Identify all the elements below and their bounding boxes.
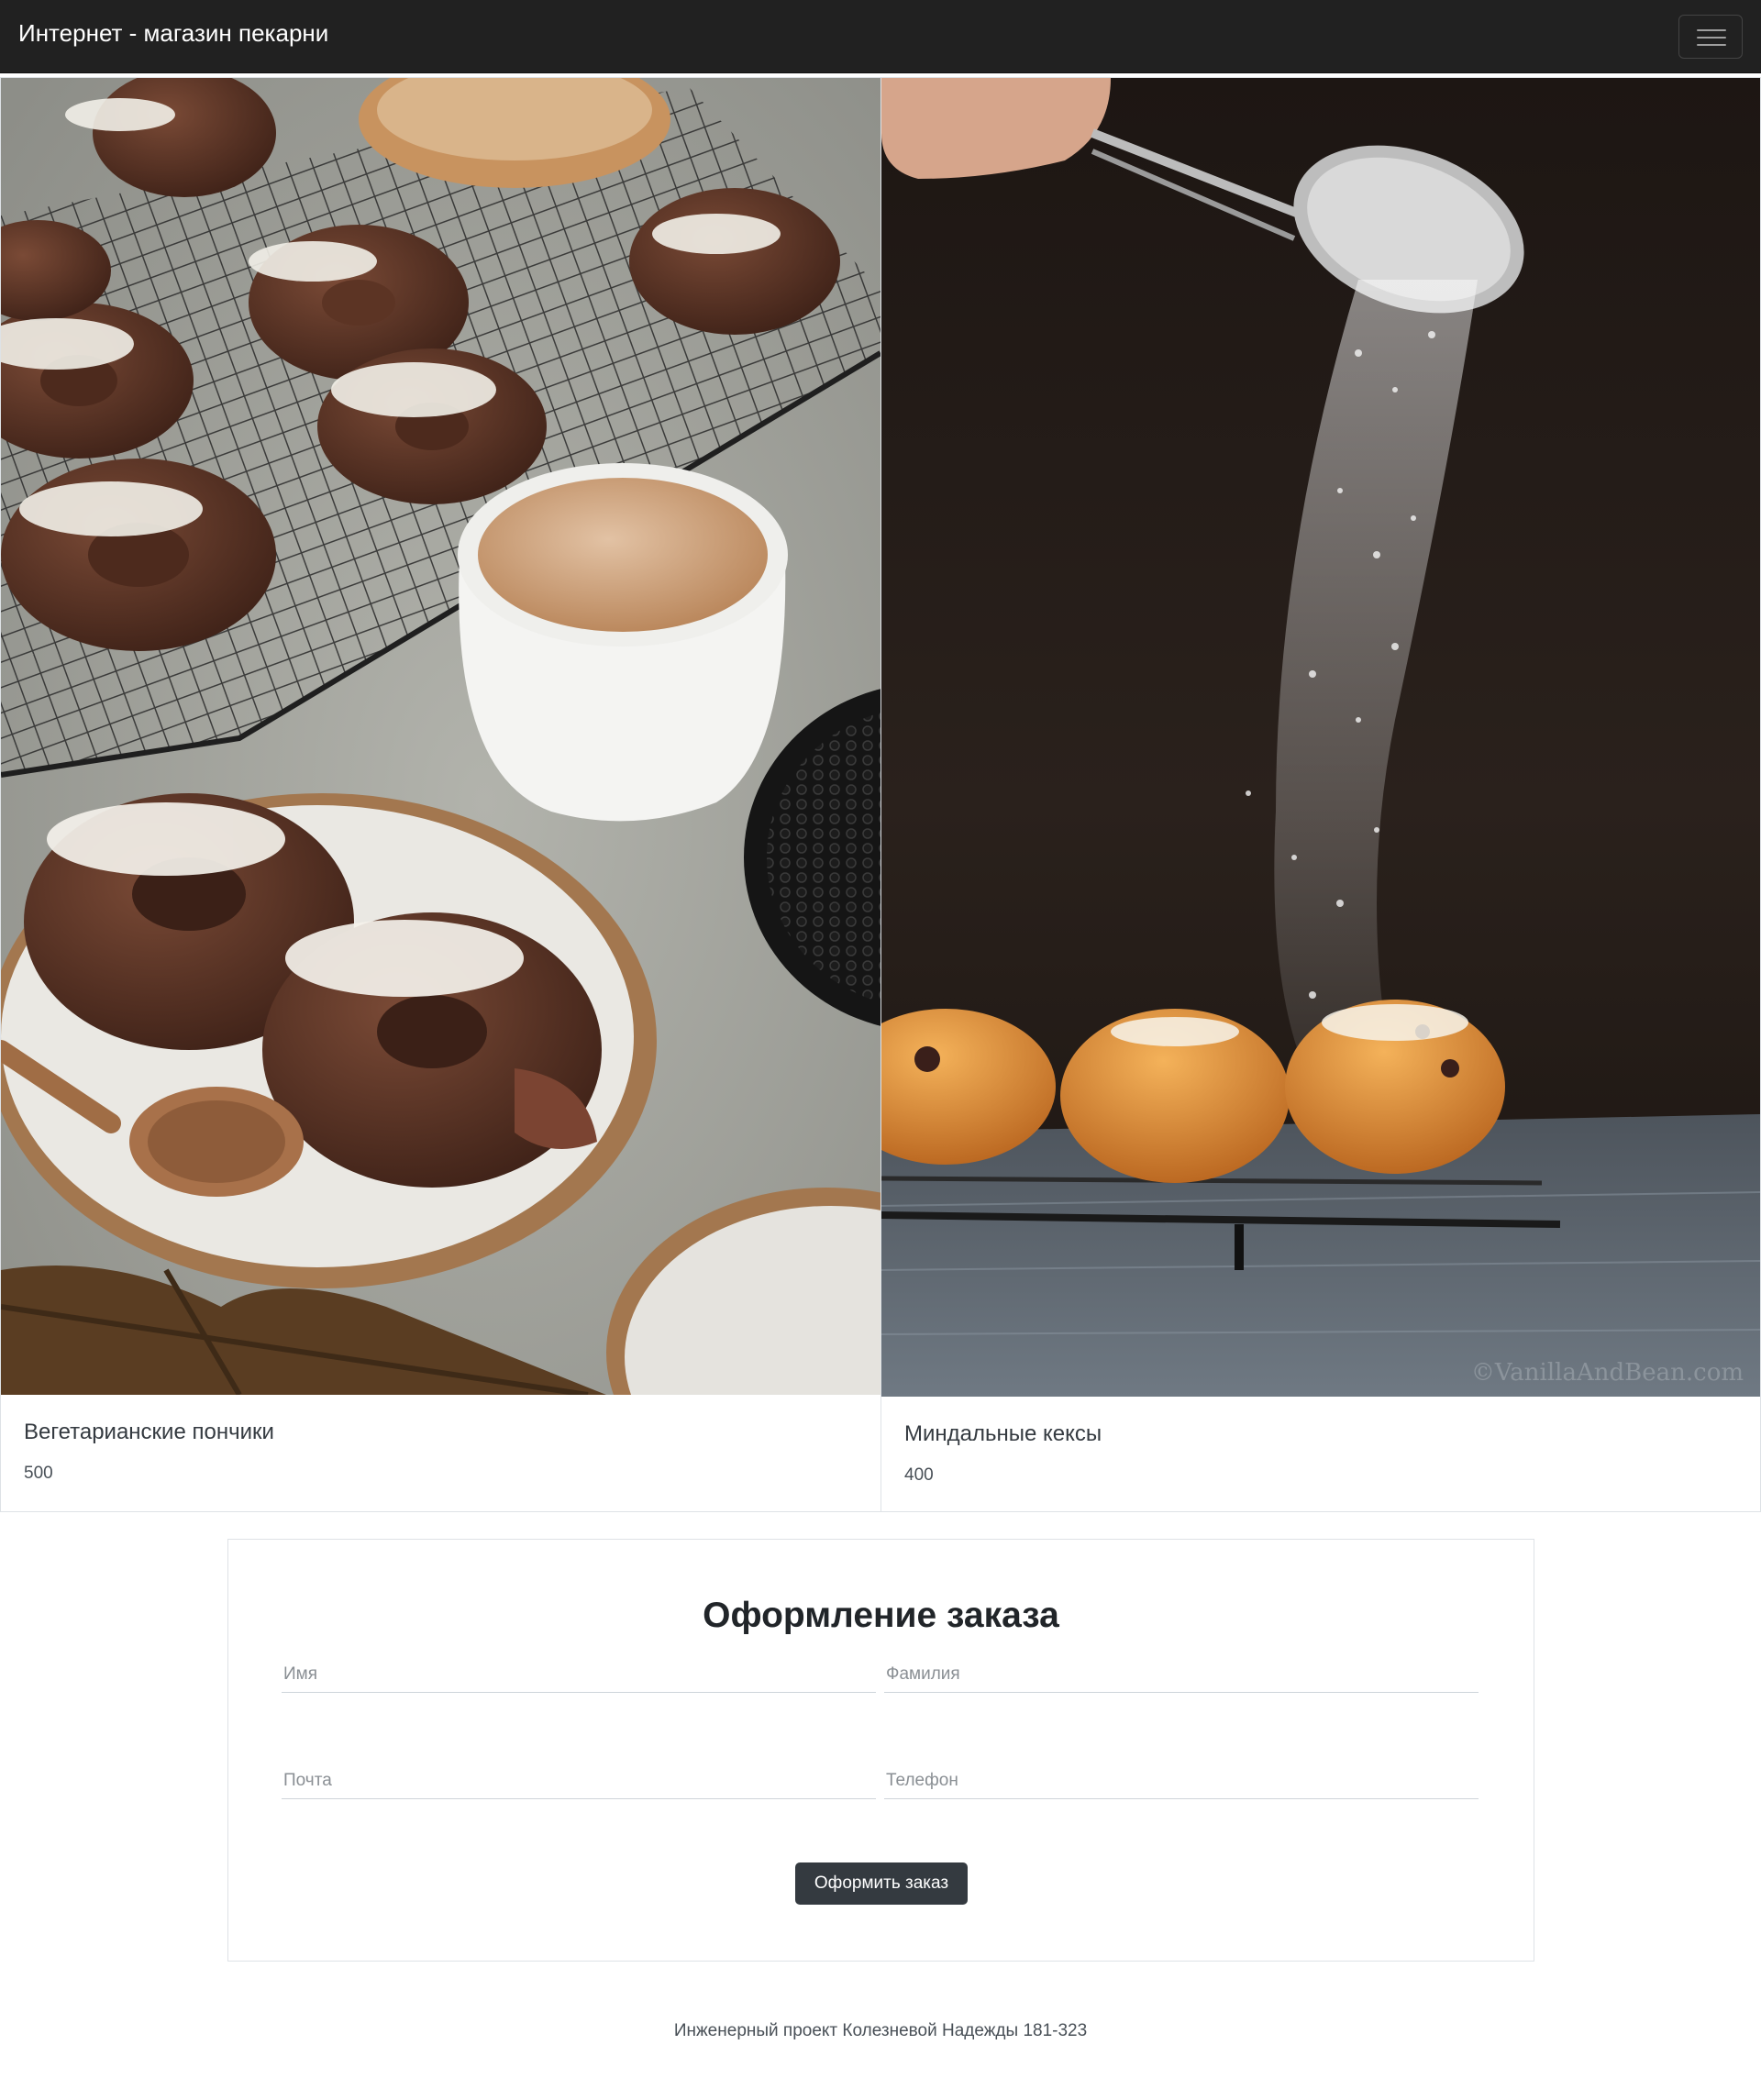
product-title: Миндальные кексы (904, 1421, 1102, 1446)
donuts-coffee-photo (1, 78, 880, 1395)
product-price: 500 (24, 1464, 53, 1483)
top-navbar: Интернет - магазин пекарни (0, 0, 1761, 73)
submit-order-button[interactable]: Оформить заказ (795, 1862, 968, 1905)
first-name-input[interactable] (282, 1656, 876, 1693)
product-card[interactable]: Вегетарианские пончики 500 (0, 77, 881, 1512)
footer-text: Инженерный проект Колезневой Надежды 181… (673, 2021, 1088, 2040)
svg-text:©VanillaAndBean.com: ©VanillaAndBean.com (1471, 1359, 1744, 1387)
muffins-powdered-sugar-photo: ©VanillaAndBean.com (881, 78, 1760, 1397)
email-input[interactable] (282, 1763, 876, 1799)
product-price: 400 (904, 1465, 934, 1485)
product-card[interactable]: ©VanillaAndBean.com Миндальные кексы 400 (880, 77, 1761, 1512)
navbar-toggler-button[interactable] (1678, 15, 1743, 59)
navbar-brand[interactable]: Интернет - магазин пекарни (18, 18, 328, 48)
product-title: Вегетарианские пончики (24, 1420, 274, 1444)
product-list: Вегетарианские пончики 500 ©VanillaAndBe… (0, 77, 1761, 1512)
order-form-section: Оформление заказа Оформить заказ (227, 1539, 1534, 1962)
phone-input[interactable] (884, 1763, 1479, 1799)
last-name-input[interactable] (884, 1656, 1479, 1693)
order-form-title: Оформление заказа (703, 1596, 1059, 1635)
